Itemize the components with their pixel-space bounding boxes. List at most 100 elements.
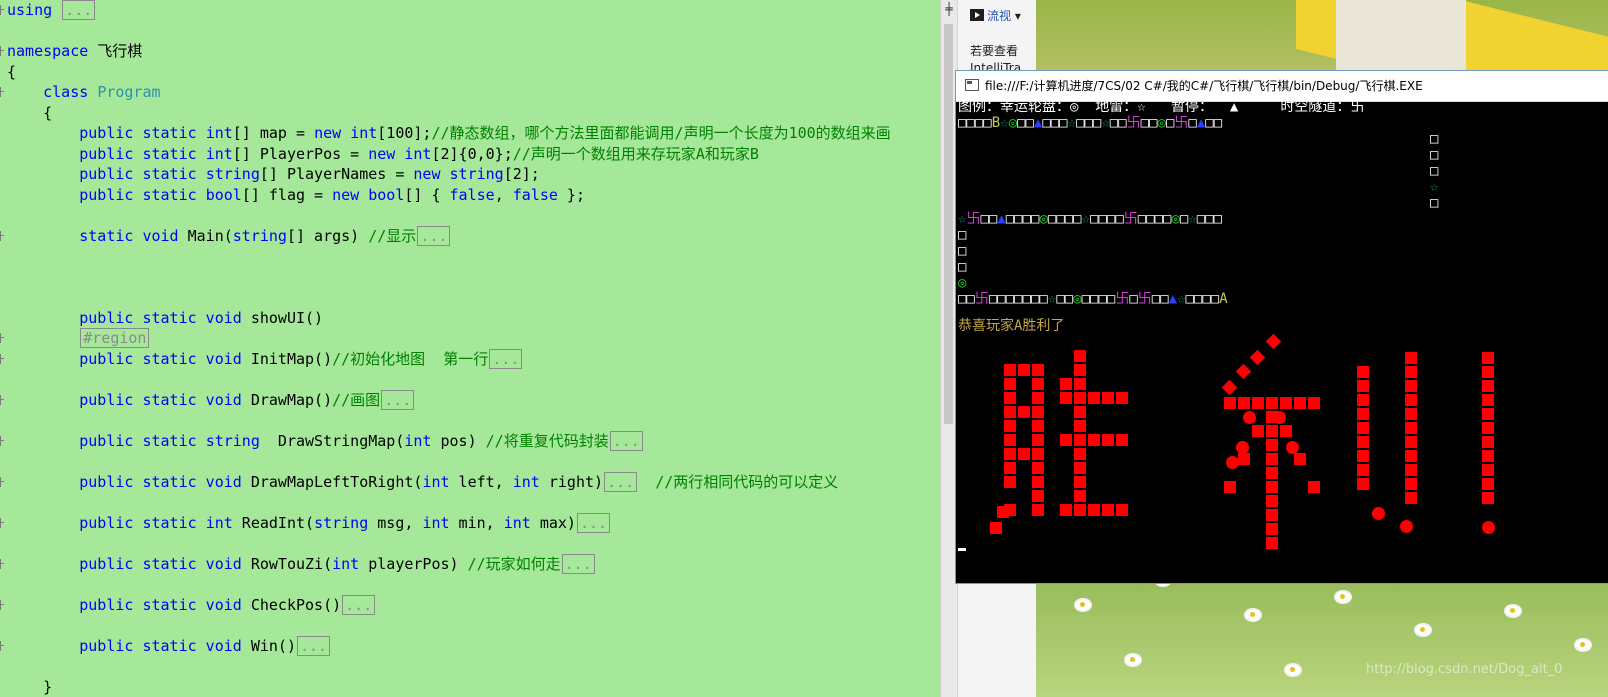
map-cell: ▲ xyxy=(997,211,1006,227)
code-line: public static bool[] flag = new bool[] {… xyxy=(7,185,585,205)
map-cell: □□ xyxy=(1151,291,1169,307)
code-token: bool xyxy=(368,185,405,204)
collapsed-region[interactable]: ... xyxy=(62,0,96,20)
code-token: [] { xyxy=(404,185,450,204)
collapsed-region[interactable]: ... xyxy=(297,635,331,656)
code-token: DrawStringMap( xyxy=(259,431,405,450)
code-token: false xyxy=(512,185,558,204)
map-row: □ xyxy=(958,163,1438,179)
map-cell: ☆ xyxy=(1081,211,1091,227)
code-token: new xyxy=(368,144,396,163)
banner-block xyxy=(1032,392,1044,404)
banner-block xyxy=(1357,436,1369,448)
code-token: public static xyxy=(79,185,206,204)
code-token: playerPos) xyxy=(359,554,468,573)
code-token: //声明一个数组用来存玩家A和玩家B xyxy=(512,144,759,163)
map-cell: 卐 xyxy=(1137,291,1152,307)
console-window[interactable]: file:///F:/计算机进度/7CS/02 C#/我的C#/飞行棋/飞行棋/… xyxy=(955,70,1608,584)
banner-block xyxy=(1482,352,1494,364)
outline-toggle[interactable] xyxy=(0,333,5,343)
banner-block xyxy=(1266,495,1278,507)
banner-block xyxy=(1405,408,1417,420)
outline-toggle[interactable] xyxy=(0,5,5,15)
collapsed-region[interactable]: ... xyxy=(489,348,523,369)
console-title-bar[interactable]: file:///F:/计算机进度/7CS/02 C#/我的C#/飞行棋/飞行棋/… xyxy=(956,71,1608,102)
code-editor[interactable]: using ... namespace 飞行棋{ class Program { … xyxy=(0,0,940,697)
banner-block xyxy=(1074,406,1086,418)
code-token: Main( xyxy=(178,226,233,245)
code-token: public static xyxy=(79,144,206,163)
banner-block xyxy=(1405,422,1417,434)
banner-block xyxy=(1116,434,1128,446)
wallpaper-house xyxy=(1336,0,1466,80)
banner-block xyxy=(1357,478,1369,490)
banner-block xyxy=(1018,364,1030,376)
banner-block xyxy=(1357,464,1369,476)
code-token: InitMap() xyxy=(241,349,333,368)
code-token: Program xyxy=(97,83,161,101)
collapsed-region[interactable]: ... xyxy=(342,594,376,615)
stream-button[interactable]: 流视 ▾ xyxy=(970,6,1021,26)
banner-block xyxy=(1405,366,1417,378)
collapsed-region[interactable]: #region xyxy=(80,328,150,348)
collapsed-region[interactable]: ... xyxy=(604,471,638,492)
scrollbar-thumb[interactable] xyxy=(944,24,953,424)
outline-toggle[interactable] xyxy=(0,87,5,97)
banner-block xyxy=(1032,504,1044,516)
banner-block xyxy=(1482,394,1494,406)
code-token: new xyxy=(332,185,360,204)
map-row: □□□□B☆◎□□▲□□□☆□□□☆□□卐□□◎□卐□▲□□ xyxy=(958,115,1222,131)
banner-block xyxy=(1266,467,1278,479)
map-cell: □□□ xyxy=(1042,115,1068,131)
collapsed-region[interactable]: ... xyxy=(576,512,611,533)
collapsed-region[interactable]: ... xyxy=(417,225,451,246)
code-token: { xyxy=(7,62,17,81)
map-row: □ xyxy=(958,227,966,243)
outline-toggle[interactable] xyxy=(0,640,5,651)
code-token: [100]; xyxy=(377,124,432,142)
collapsed-region[interactable]: ... xyxy=(561,553,595,574)
collapsed-region[interactable]: ... xyxy=(609,430,643,451)
code-token: int xyxy=(422,472,450,491)
outline-toggle[interactable] xyxy=(0,435,5,446)
banner-block xyxy=(1405,478,1417,490)
banner-block xyxy=(997,506,1009,518)
outline-toggle[interactable] xyxy=(0,230,5,241)
banner-block xyxy=(1405,464,1417,476)
banner-block xyxy=(1266,523,1278,535)
collapsed-region[interactable]: ... xyxy=(381,389,415,410)
outline-toggle[interactable] xyxy=(0,599,5,610)
code-token: [] PlayerPos = xyxy=(232,144,369,163)
map-cell: □ xyxy=(1188,115,1197,131)
code-token: right) xyxy=(539,472,604,491)
outline-toggle[interactable] xyxy=(0,517,5,528)
map-cell: □ xyxy=(958,147,1439,163)
code-token: //两行相同代码的可以定义 xyxy=(655,472,839,491)
code-token: max) xyxy=(530,513,576,532)
outline-toggle[interactable] xyxy=(0,394,5,405)
code-line: public static void InitMap()//初始化地图 第一行.… xyxy=(7,348,523,369)
map-cell: 卐 xyxy=(1174,115,1189,131)
outline-toggle[interactable] xyxy=(0,476,5,487)
banner-block xyxy=(1074,420,1086,432)
banner-block xyxy=(1004,378,1016,390)
map-cell: ☆ xyxy=(1188,211,1197,227)
banner-dot xyxy=(1482,521,1495,534)
banner-block xyxy=(1088,392,1100,404)
map-cell: ☆ xyxy=(1177,291,1186,307)
code-line: { xyxy=(7,103,52,123)
outline-toggle[interactable] xyxy=(0,353,5,364)
code-token: [] args) xyxy=(286,226,369,245)
code-line: { xyxy=(7,62,16,82)
outline-toggle[interactable] xyxy=(0,558,5,569)
code-token: public static void xyxy=(79,595,242,614)
split-view-icon[interactable]: ╪ xyxy=(943,2,955,16)
outline-toggle[interactable] xyxy=(0,46,5,56)
